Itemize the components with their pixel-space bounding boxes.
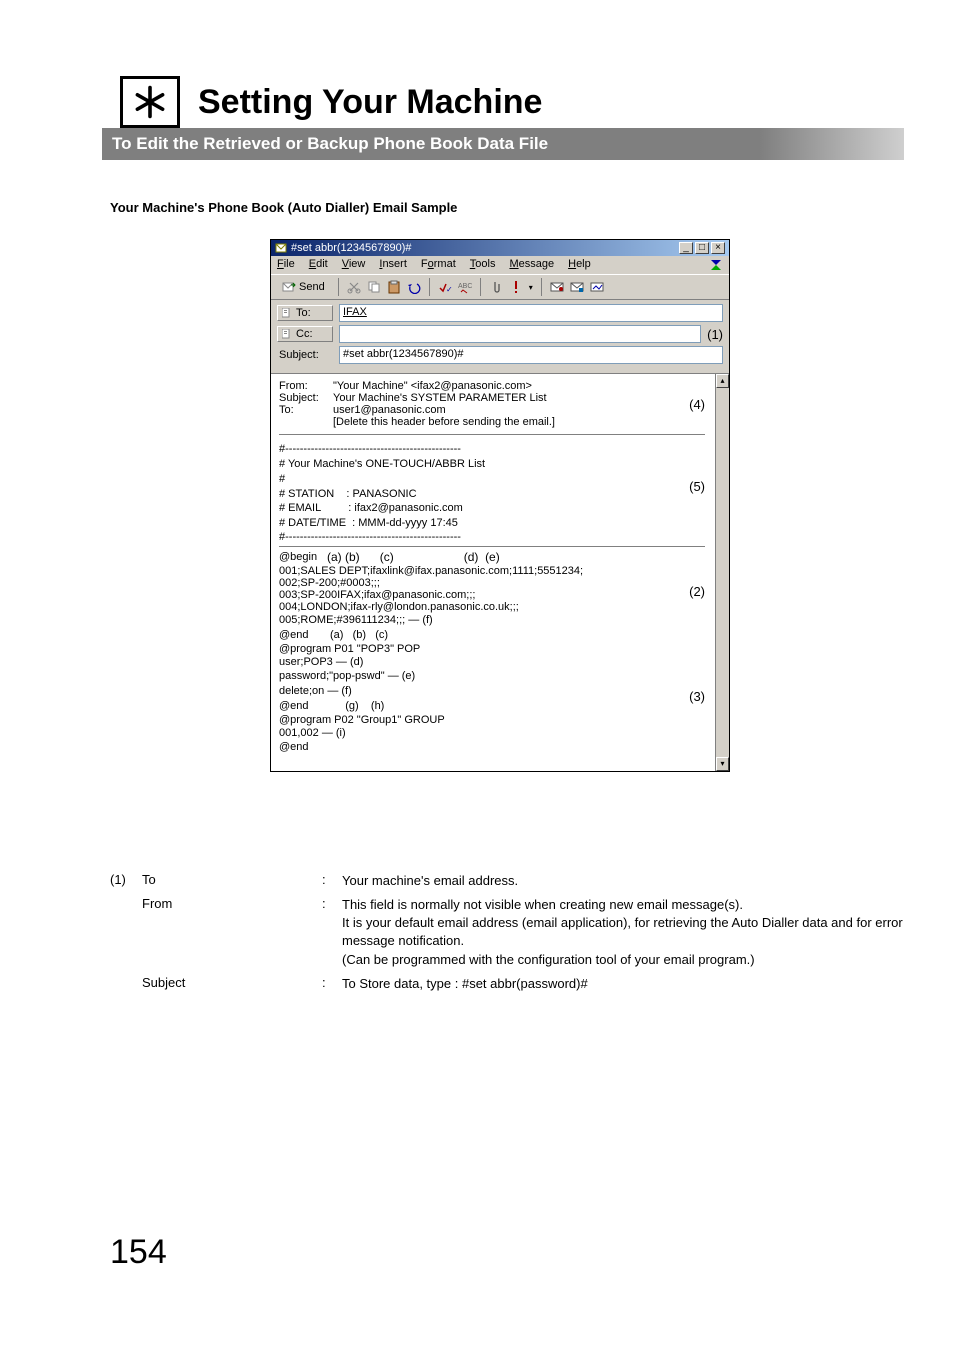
message-body[interactable]: ▴ ▾ From:"Your Machine" <ifax2@panasonic… xyxy=(271,373,729,771)
marker-2: (2) xyxy=(675,584,705,599)
marker-4: (4) xyxy=(675,397,705,412)
scroll-down-icon[interactable]: ▾ xyxy=(716,757,729,771)
menu-file[interactable]: File xyxy=(277,258,295,272)
email-window: #set abbr(1234567890)# _ □ × File Edit V… xyxy=(270,239,730,772)
maximize-button[interactable]: □ xyxy=(695,242,709,254)
cc-input[interactable] xyxy=(339,325,701,343)
menu-tools[interactable]: Tools xyxy=(470,258,496,272)
dropdown-icon[interactable]: ▾ xyxy=(529,283,533,292)
subtitle-bar: To Edit the Retrieved or Backup Phone Bo… xyxy=(102,128,904,160)
svg-text:ABC: ABC xyxy=(458,283,472,290)
priority-icon[interactable] xyxy=(509,280,523,294)
subject-label: Subject: xyxy=(277,349,333,361)
attach-icon[interactable] xyxy=(489,280,503,294)
cc-button[interactable]: Cc: xyxy=(277,326,333,342)
scroll-up-icon[interactable]: ▴ xyxy=(716,374,729,388)
page-number: 154 xyxy=(110,1233,904,1272)
menu-view[interactable]: View xyxy=(342,258,366,272)
mail-icon xyxy=(275,242,287,254)
menu-insert[interactable]: Insert xyxy=(379,258,407,272)
copy-icon[interactable] xyxy=(367,280,381,294)
menu-bar: File Edit View Insert Format Tools Messa… xyxy=(271,256,729,274)
to-button[interactable]: To: xyxy=(277,305,333,321)
offline-icon[interactable] xyxy=(590,280,604,294)
marker-3: (3) xyxy=(675,689,705,704)
page-title: Setting Your Machine xyxy=(198,83,542,122)
to-input[interactable]: IFAX xyxy=(339,304,723,322)
encrypt-icon[interactable] xyxy=(570,280,584,294)
send-button[interactable]: Send xyxy=(277,278,330,296)
section-heading: Your Machine's Phone Book (Auto Dialler)… xyxy=(110,200,904,215)
undo-icon[interactable] xyxy=(407,280,421,294)
minimize-button[interactable]: _ xyxy=(679,242,693,254)
menu-format[interactable]: Format xyxy=(421,258,456,272)
menu-edit[interactable]: Edit xyxy=(309,258,328,272)
paste-icon[interactable] xyxy=(387,280,401,294)
window-title-text: #set abbr(1234567890)# xyxy=(291,242,411,254)
delete-header-note: [Delete this header before sending the e… xyxy=(279,416,675,428)
definitions-table: (1) To : Your machine's email address. F… xyxy=(110,872,904,993)
window-titlebar: #set abbr(1234567890)# _ □ × xyxy=(271,240,729,256)
close-button[interactable]: × xyxy=(711,242,725,254)
scrollbar[interactable]: ▴ ▾ xyxy=(715,374,729,771)
svg-text:✓: ✓ xyxy=(446,285,452,294)
toolbar: Send ✓ ABC ▾ xyxy=(271,274,729,300)
spell-icon[interactable]: ABC xyxy=(458,280,472,294)
sign-icon[interactable] xyxy=(550,280,564,294)
menu-message[interactable]: Message xyxy=(509,258,554,272)
subject-input[interactable]: #set abbr(1234567890)# xyxy=(339,346,723,364)
logo-asterisk xyxy=(120,76,180,128)
menu-help[interactable]: Help xyxy=(568,258,591,272)
app-logo-icon xyxy=(709,258,723,272)
cut-icon[interactable] xyxy=(347,280,361,294)
marker-5: (5) xyxy=(675,479,705,494)
marker-1: (1) xyxy=(707,327,723,342)
check-icon[interactable]: ✓ xyxy=(438,280,452,294)
